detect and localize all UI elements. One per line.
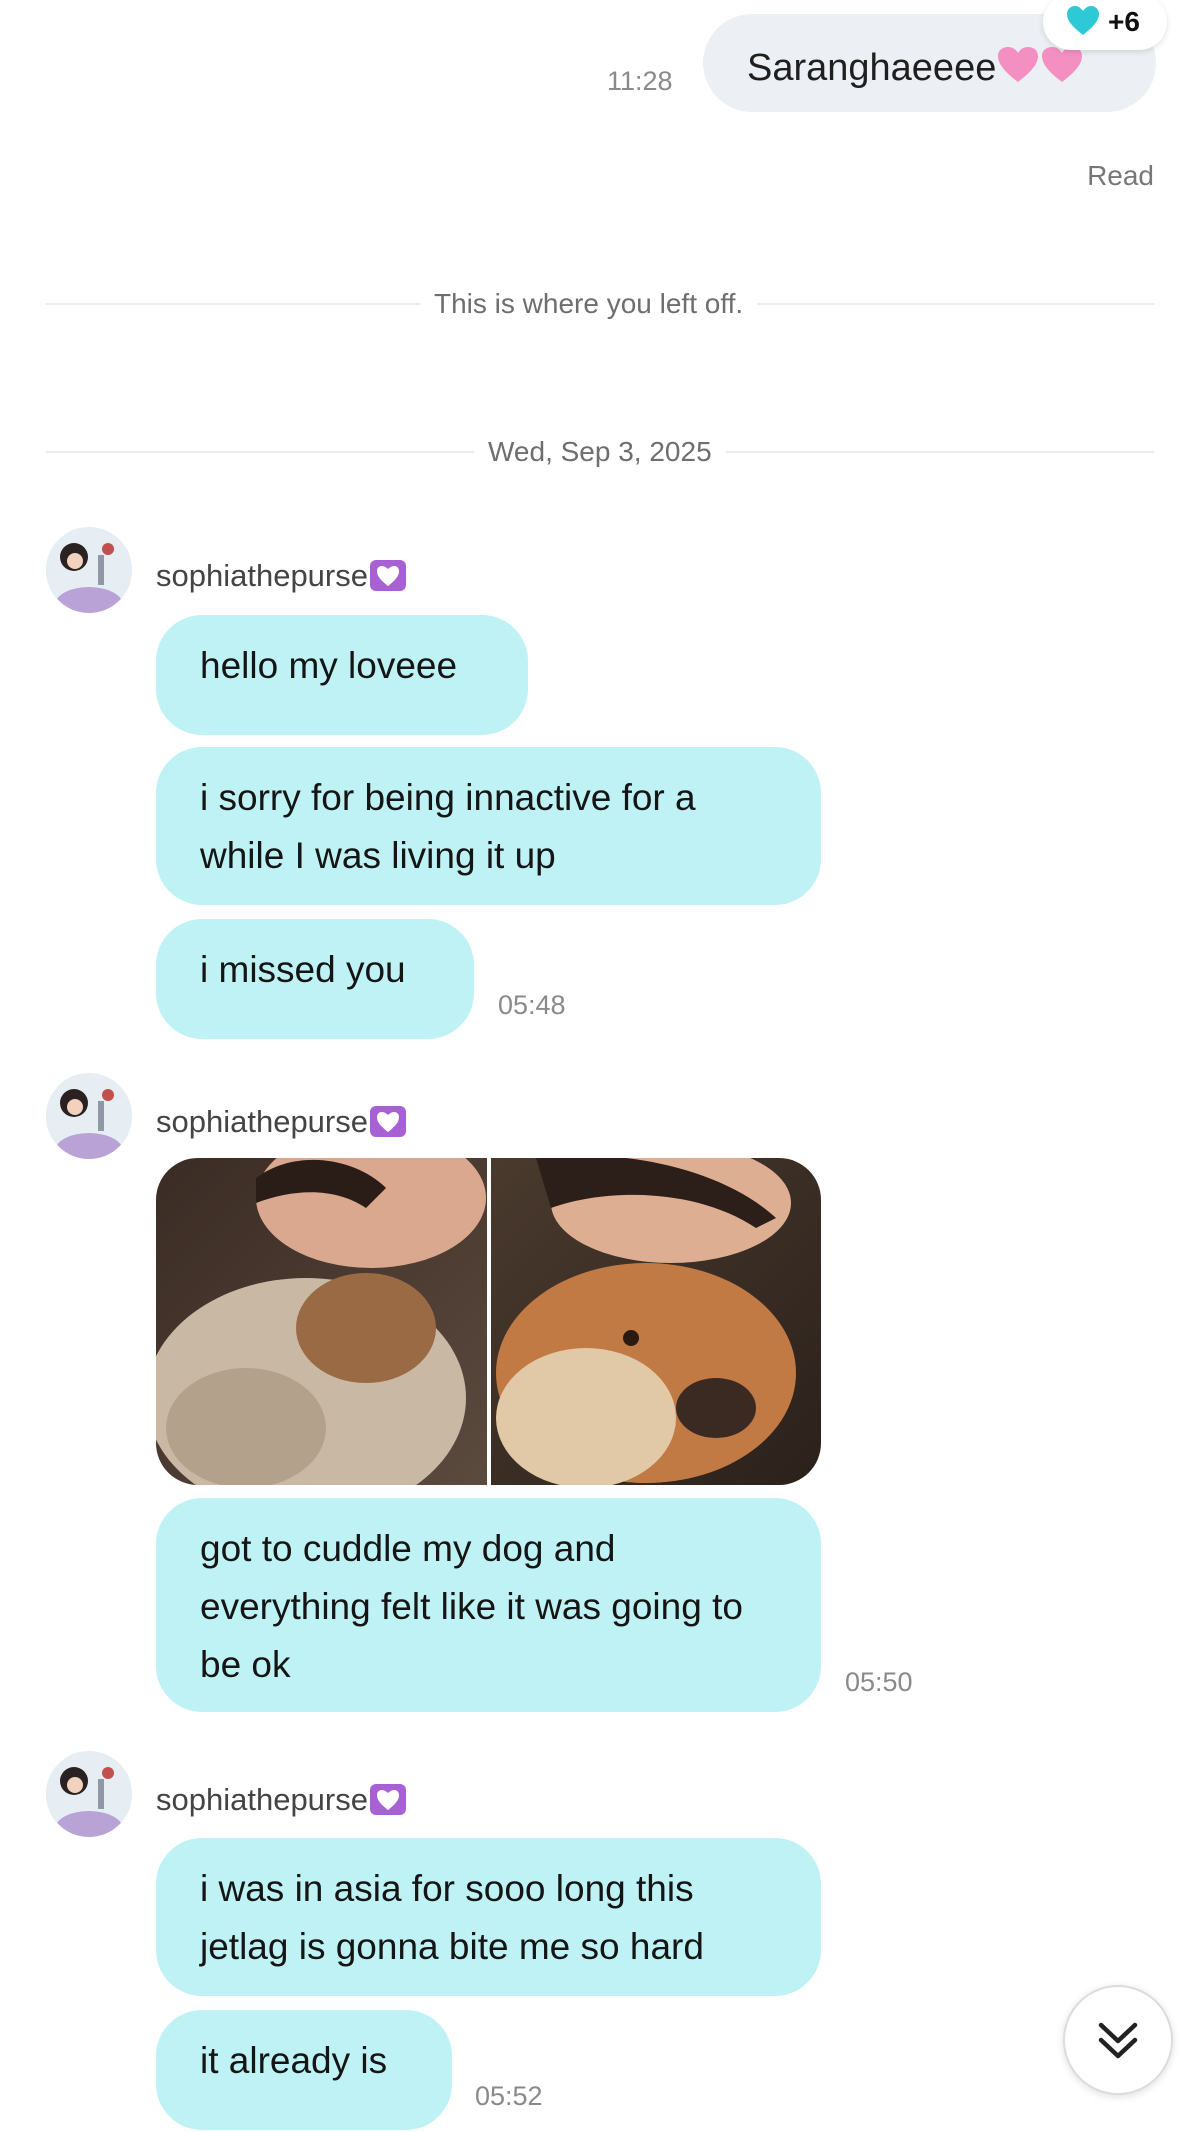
sender-avatar[interactable]: [46, 1751, 132, 1837]
pink-hearts-emoji-icon: [996, 46, 1084, 96]
scroll-to-bottom-button[interactable]: [1063, 1985, 1173, 2095]
message-bubble[interactable]: it already is: [156, 2010, 452, 2130]
reaction-count: +6: [1108, 6, 1140, 37]
username-text: sophiathepurse: [156, 1782, 368, 1817]
purple-heart-icon: [370, 1106, 406, 1137]
dog-photo-right[interactable]: [491, 1158, 821, 1485]
message-bubble[interactable]: hello my loveee: [156, 615, 528, 735]
outgoing-message-text: Saranghaeeee: [747, 47, 997, 89]
username-text: sophiathepurse: [156, 558, 368, 593]
reaction-badge[interactable]: [1043, 0, 1167, 50]
dog-photo-left[interactable]: [156, 1158, 487, 1485]
outgoing-message: Saranghaeeee: [747, 40, 1084, 90]
message-bubble[interactable]: i missed you: [156, 919, 474, 1039]
sender-avatar[interactable]: [46, 527, 132, 613]
purple-heart-icon: [370, 560, 406, 591]
sender-avatar[interactable]: [46, 1073, 132, 1159]
message-bubble[interactable]: i was in asia for sooo long this jetlag …: [156, 1838, 821, 1996]
message-time: 05:48: [498, 990, 566, 1020]
outgoing-message-time: 11:28: [607, 66, 673, 96]
message-time: 05:50: [845, 1667, 913, 1697]
message-time: 05:52: [475, 2081, 543, 2111]
double-chevron-down-icon: [1098, 2022, 1138, 2059]
username-text: sophiathepurse: [156, 1104, 368, 1139]
photo-collage[interactable]: [156, 1158, 821, 1485]
left-off-divider-text: This is where you left off.: [420, 288, 758, 320]
message-bubble[interactable]: got to cuddle my dog and everything felt…: [156, 1498, 821, 1712]
date-divider-text: Wed, Sep 3, 2025: [474, 436, 726, 468]
message-bubble[interactable]: i sorry for being innactive for a while …: [156, 747, 821, 905]
cyan-heart-icon: [1066, 6, 1100, 41]
sender-username[interactable]: sophiathepurse: [156, 555, 406, 594]
sender-username[interactable]: sophiathepurse: [156, 1101, 406, 1140]
purple-heart-icon: [370, 1784, 406, 1815]
sender-username[interactable]: sophiathepurse: [156, 1779, 406, 1818]
read-receipt: Read: [1087, 160, 1154, 191]
